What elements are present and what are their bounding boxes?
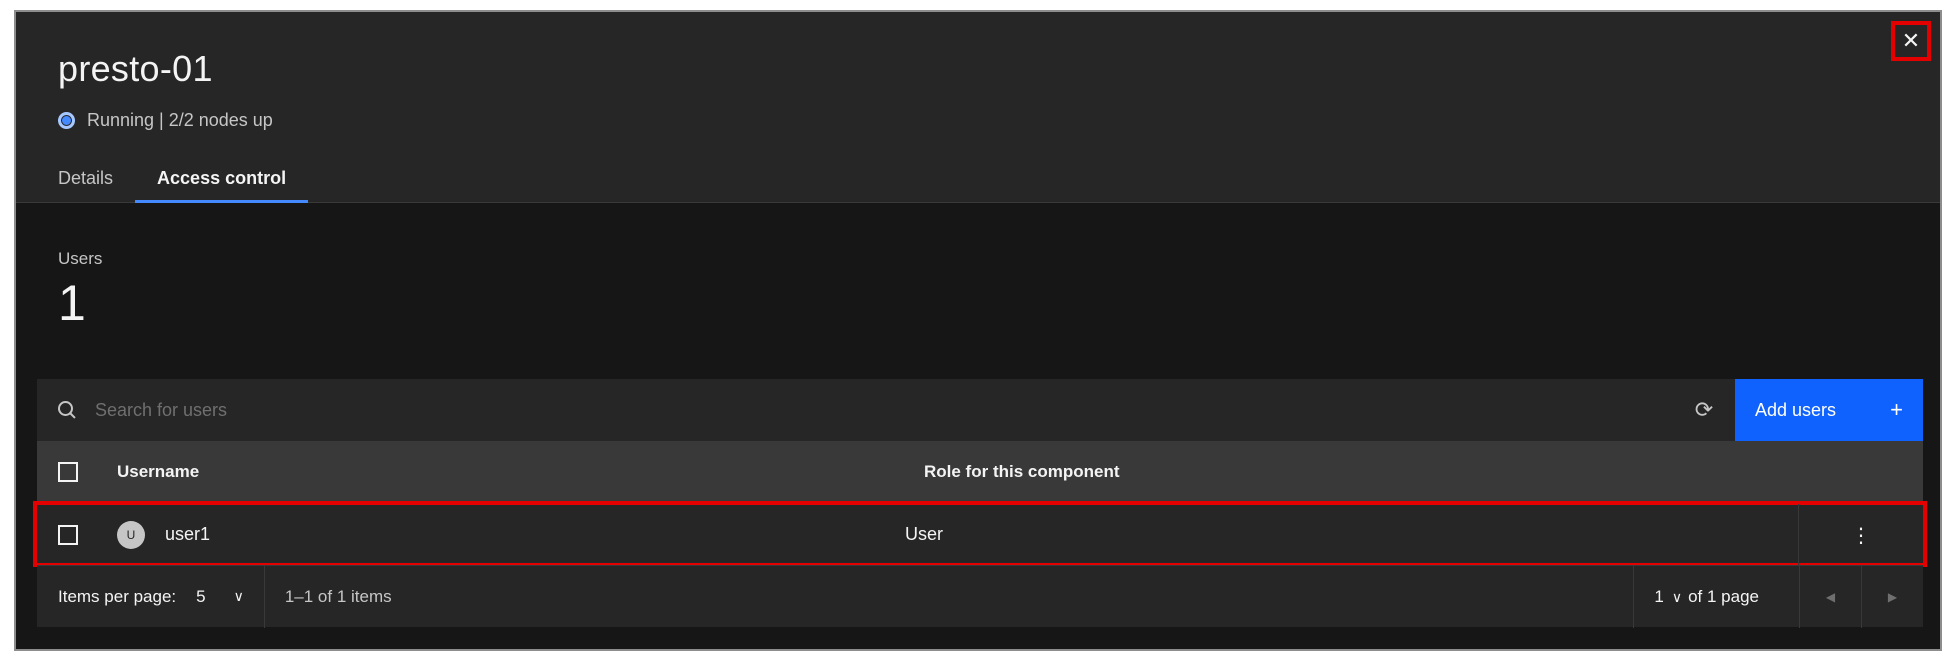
- close-button[interactable]: ✕: [1891, 21, 1931, 61]
- table-row: U user1 User ⋮: [33, 501, 1927, 567]
- status-line: Running | 2/2 nodes up: [58, 110, 273, 131]
- pagination-bar: Items per page: 5 ∨ 1–1 of 1 items 1 ∨ o…: [37, 565, 1923, 628]
- items-per-page-value: 5: [196, 586, 206, 606]
- items-per-page-select[interactable]: 5 ∨: [176, 566, 264, 628]
- caret-right-icon: ▶: [1887, 590, 1898, 604]
- search-icon: [57, 400, 77, 420]
- tab-details[interactable]: Details: [36, 160, 135, 203]
- chevron-down-icon: ∨: [233, 588, 244, 604]
- next-page-button[interactable]: ▶: [1861, 566, 1923, 628]
- avatar: U: [117, 520, 145, 549]
- tab-access-control[interactable]: Access control: [135, 160, 309, 203]
- tab-list: Details Access control: [36, 160, 309, 203]
- row-username: user1: [165, 524, 211, 544]
- overflow-menu-button[interactable]: ⋮: [1798, 504, 1923, 566]
- close-icon: ✕: [1901, 28, 1921, 53]
- column-header-role[interactable]: Role for this component: [924, 462, 1524, 482]
- plus-icon: +: [1890, 397, 1903, 422]
- row-role: User: [905, 524, 944, 544]
- page-title: presto-01: [58, 48, 213, 89]
- page-select[interactable]: 1 ∨ of 1 page: [1633, 566, 1799, 628]
- status-text: Running | 2/2 nodes up: [87, 110, 273, 130]
- side-panel: presto-01 Running | 2/2 nodes up Details…: [14, 10, 1942, 651]
- items-per-page-label: Items per page:: [58, 586, 177, 606]
- refresh-icon[interactable]: ⟳: [1673, 379, 1735, 441]
- column-header-username[interactable]: Username: [117, 462, 924, 482]
- overflow-menu-icon: ⋮: [1851, 524, 1871, 547]
- previous-page-button[interactable]: ◀: [1799, 566, 1861, 628]
- users-summary-count: 1: [58, 275, 86, 331]
- add-users-button[interactable]: Add users +: [1735, 379, 1923, 441]
- running-status-icon: [58, 112, 75, 129]
- panel-header: presto-01 Running | 2/2 nodes up Details…: [16, 12, 1940, 203]
- select-all-checkbox[interactable]: [58, 462, 78, 482]
- search-input[interactable]: [95, 379, 1673, 441]
- users-summary-label: Users: [58, 249, 103, 268]
- chevron-down-icon: ∨: [1671, 588, 1683, 605]
- items-range-text: 1–1 of 1 items: [263, 565, 392, 628]
- row-checkbox[interactable]: [58, 524, 78, 545]
- caret-left-icon: ◀: [1825, 590, 1836, 604]
- table-toolbar: ⟳ Add users +: [37, 379, 1923, 441]
- add-users-label: Add users: [1755, 399, 1837, 420]
- page-value: 1: [1654, 587, 1664, 606]
- table-header: Username Role for this component: [37, 441, 1923, 503]
- of-pages-text: of 1 page: [1688, 587, 1759, 606]
- users-table: ⟳ Add users + Username Role for this com…: [33, 379, 1927, 628]
- page-navigation: 1 ∨ of 1 page ◀ ▶: [1633, 566, 1923, 628]
